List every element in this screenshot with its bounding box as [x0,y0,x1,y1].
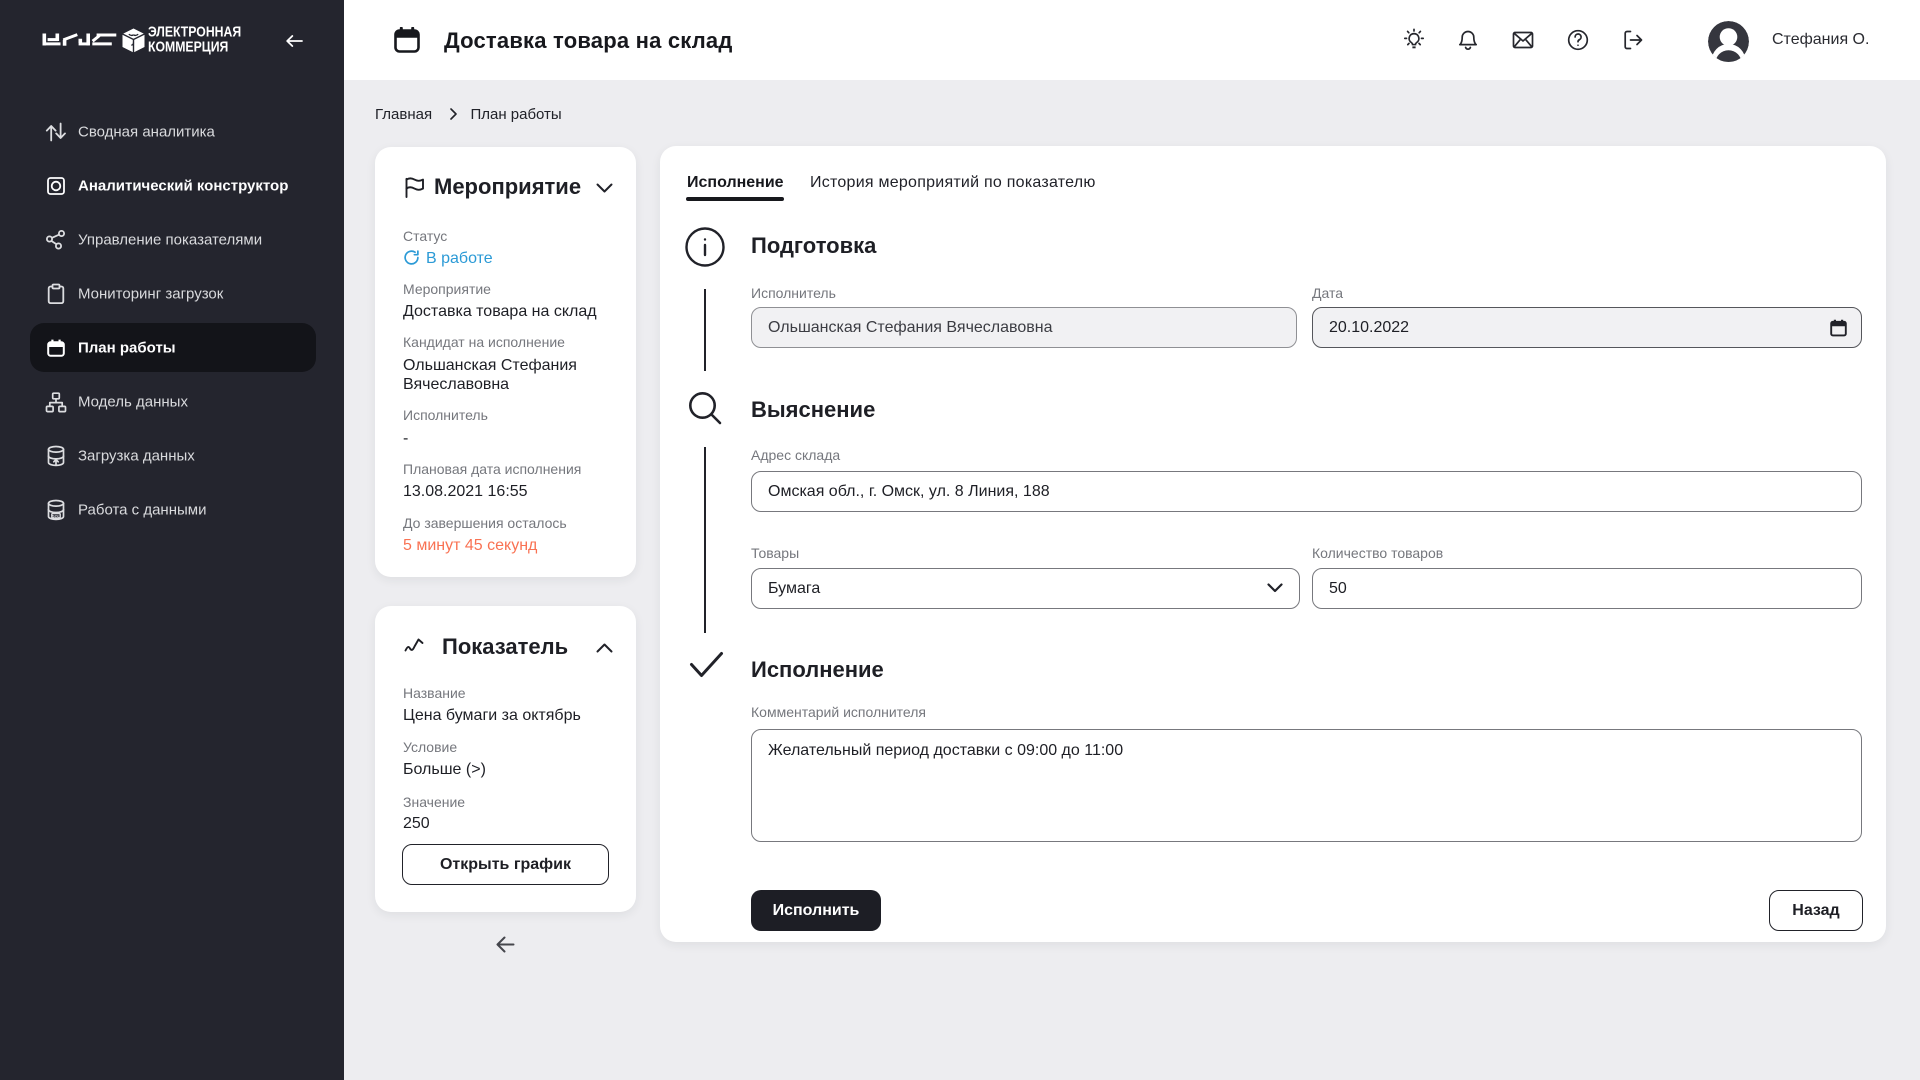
svg-text:SQL: SQL [52,514,60,518]
